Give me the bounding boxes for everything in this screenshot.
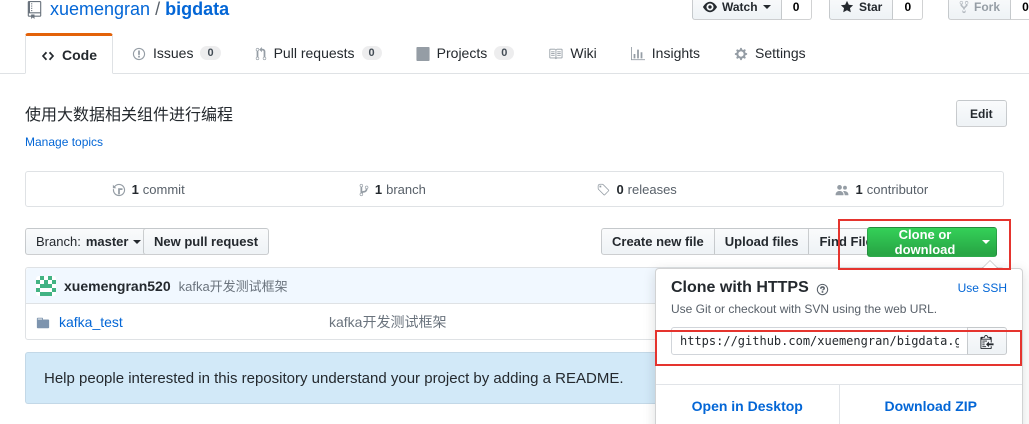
stat-commits-label: commit xyxy=(142,181,185,197)
stat-releases[interactable]: 0 releases xyxy=(515,172,759,206)
tab-projects[interactable]: Projects 0 xyxy=(401,33,530,73)
caret-down-icon xyxy=(982,240,990,248)
clone-url-input[interactable] xyxy=(671,327,968,355)
pull-requests-counter: 0 xyxy=(361,46,382,60)
stat-contributors-count: 1 xyxy=(855,181,863,197)
fork-count[interactable]: 0 xyxy=(1011,0,1029,20)
projects-counter: 0 xyxy=(494,46,515,60)
code-icon xyxy=(41,47,55,63)
tag-icon xyxy=(596,182,610,197)
repo-name-link[interactable]: bigdata xyxy=(165,0,229,20)
tab-pull-requests-label: Pull requests xyxy=(273,45,355,61)
watch-button[interactable]: Watch xyxy=(692,0,782,20)
tab-pull-requests[interactable]: Pull requests 0 xyxy=(240,33,397,73)
branch-selector-button[interactable]: Branch: master xyxy=(25,228,153,255)
pull-request-icon xyxy=(255,45,267,61)
issue-icon xyxy=(132,45,146,61)
commit-author-link[interactable]: xuemengran520 xyxy=(64,278,171,294)
fork-label: Fork xyxy=(974,0,1001,14)
commit-message-link[interactable]: kafka开发测试框架 xyxy=(179,276,288,295)
gear-icon xyxy=(734,45,748,61)
download-zip-button[interactable]: Download ZIP xyxy=(838,385,1023,424)
new-pull-request-button[interactable]: New pull request xyxy=(143,228,270,255)
eye-icon xyxy=(703,0,717,14)
file-commit-message[interactable]: kafka开发测试框架 xyxy=(329,312,446,332)
repo-description: 使用大数据相关组件进行编程 xyxy=(25,107,234,124)
folder-icon xyxy=(36,314,50,330)
repo-owner-link[interactable]: xuemengran xyxy=(50,0,150,20)
open-in-desktop-button[interactable]: Open in Desktop xyxy=(656,385,839,424)
tab-wiki[interactable]: Wiki xyxy=(533,33,611,73)
tab-issues-label: Issues xyxy=(153,45,194,61)
clone-popover: Clone with HTTPS Use SSH Use Git or chec… xyxy=(655,260,1023,424)
file-link[interactable]: kafka_test xyxy=(59,314,123,330)
caret-down-icon xyxy=(133,239,142,248)
stat-branches-count: 1 xyxy=(374,181,383,197)
stat-commits-count: 1 xyxy=(131,181,139,197)
star-button-group: Star 0 xyxy=(829,0,924,20)
help-icon[interactable] xyxy=(816,279,829,297)
use-ssh-link[interactable]: Use SSH xyxy=(958,281,1007,295)
tab-insights[interactable]: Insights xyxy=(616,33,715,73)
github-repo-page: xuemengran / bigdata Watch 0 Star 0 Fork… xyxy=(0,0,1029,424)
copy-url-button[interactable] xyxy=(967,327,1007,355)
upload-files-button[interactable]: Upload files xyxy=(713,228,810,255)
branch-icon xyxy=(359,182,369,197)
clone-popover-subtitle: Use Git or checkout with SVN using the w… xyxy=(671,302,938,316)
star-button[interactable]: Star xyxy=(829,0,894,20)
fork-button-group: Fork 0 xyxy=(948,0,1029,20)
stat-contributors[interactable]: 1 contributor xyxy=(759,172,1003,206)
tab-wiki-label: Wiki xyxy=(570,45,597,61)
projects-icon xyxy=(416,45,430,61)
clone-popover-title: Clone with HTTPS xyxy=(671,279,809,296)
readme-banner-text: Help people interested in this repositor… xyxy=(44,369,624,387)
watch-count[interactable]: 0 xyxy=(781,0,812,20)
star-icon xyxy=(840,0,854,14)
repo-stats-bar: 1 commit 1 branch 0 releases 1 contribut… xyxy=(25,171,1004,207)
branch-name: master xyxy=(85,234,129,249)
issues-counter: 0 xyxy=(200,46,221,60)
star-label: Star xyxy=(859,0,883,14)
tab-projects-label: Projects xyxy=(436,45,488,61)
create-new-file-button[interactable]: Create new file xyxy=(601,228,715,255)
repo-breadcrumb: xuemengran / bigdata xyxy=(27,0,229,20)
clone-or-download-button[interactable]: Clone or download xyxy=(867,227,997,257)
edit-description-button[interactable]: Edit xyxy=(956,100,1007,127)
history-icon xyxy=(112,182,126,197)
fork-icon xyxy=(959,0,969,14)
repo-nav: Code Issues 0 Pull requests 0 Projects 0… xyxy=(0,33,1029,74)
stat-branches[interactable]: 1 branch xyxy=(270,172,514,206)
tab-code[interactable]: Code xyxy=(25,33,113,74)
tab-settings-label: Settings xyxy=(755,45,806,61)
file-actions-group: Create new file Upload files Find File xyxy=(601,228,884,255)
manage-topics-link[interactable]: Manage topics xyxy=(25,135,103,149)
fork-button[interactable]: Fork xyxy=(948,0,1012,20)
watch-button-group: Watch 0 xyxy=(692,0,812,20)
tab-insights-label: Insights xyxy=(651,45,701,61)
caret-down-icon xyxy=(762,5,771,13)
clone-popover-footer: Open in Desktop Download ZIP xyxy=(656,384,1022,424)
stat-releases-count: 0 xyxy=(616,181,624,197)
insights-icon xyxy=(630,45,645,61)
star-count[interactable]: 0 xyxy=(893,0,924,20)
clipboard-icon xyxy=(980,334,994,349)
tab-code-label: Code xyxy=(62,46,97,63)
clone-url-group xyxy=(671,327,1007,355)
tab-settings[interactable]: Settings xyxy=(719,33,821,73)
avatar[interactable] xyxy=(36,275,56,296)
tab-issues[interactable]: Issues 0 xyxy=(117,33,236,73)
watch-label: Watch xyxy=(722,0,758,14)
stat-commits[interactable]: 1 commit xyxy=(26,172,270,206)
stat-releases-label: releases xyxy=(627,181,677,197)
people-icon xyxy=(834,182,850,197)
repo-icon xyxy=(27,0,42,20)
branch-label: Branch: xyxy=(36,234,81,249)
clone-or-download-label: Clone or download xyxy=(894,227,956,257)
stat-contributors-label: contributor xyxy=(866,181,929,197)
breadcrumb-separator: / xyxy=(155,0,161,19)
stat-branches-label: branch xyxy=(386,181,426,197)
wiki-icon xyxy=(548,45,563,61)
